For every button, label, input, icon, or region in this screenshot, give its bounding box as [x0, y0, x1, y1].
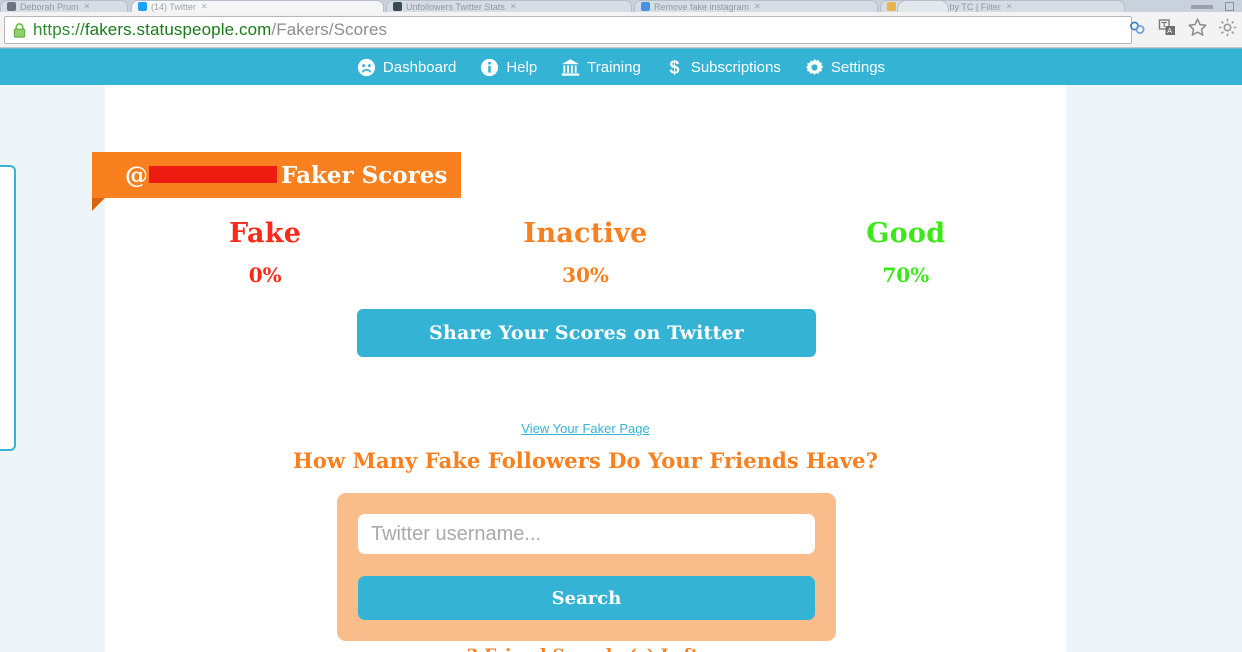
nav-item-label: Help: [506, 58, 538, 76]
friends-section-heading: How Many Fake Followers Do Your Friends …: [292, 448, 878, 473]
ribbon-fold-corner: [92, 198, 105, 211]
translate-icon[interactable]: A: [1157, 17, 1178, 38]
url-path: /Fakers/Scores: [271, 20, 388, 39]
nav-item-help[interactable]: Help: [480, 58, 537, 77]
url-host: fakers.statuspeople.com: [84, 20, 272, 39]
url-text: https://fakers.statuspeople.com/Fakers/S…: [33, 20, 387, 40]
left-side-panel: [0, 165, 16, 451]
bank-building-icon: [561, 58, 580, 77]
site-navigation-bar: Dashboard Help Training $ Subscriptions …: [0, 48, 1242, 85]
svg-text:A: A: [1167, 28, 1172, 35]
share-scores-button[interactable]: Share Your Scores on Twitter: [357, 309, 816, 357]
tab-close-icon[interactable]: ✕: [754, 2, 761, 11]
tab-close-icon[interactable]: ✕: [510, 2, 517, 11]
tab-favicon-icon: [887, 2, 896, 11]
tab-favicon-icon: [138, 2, 147, 11]
score-value: 30%: [562, 263, 609, 287]
nav-item-label: Dashboard: [382, 58, 457, 76]
bookmark-star-icon[interactable]: [1187, 17, 1208, 38]
svg-text:$: $: [669, 58, 679, 77]
lock-icon: [13, 22, 26, 38]
friend-search-panel: Search: [337, 493, 836, 641]
tab-title: Deborah Prum: [20, 1, 79, 12]
page-title-ribbon: @ Faker Scores: [92, 152, 461, 211]
address-bar[interactable]: https://fakers.statuspeople.com/Fakers/S…: [4, 16, 1132, 44]
browser-toolbar: https://fakers.statuspeople.com/Fakers/S…: [0, 12, 1242, 48]
settings-gear-icon[interactable]: [1217, 17, 1238, 38]
tab-title: (14) Twitter: [151, 1, 196, 12]
tab-favicon-icon: [641, 2, 650, 11]
nav-item-dashboard[interactable]: Dashboard: [357, 58, 456, 77]
page-viewport: Dashboard Help Training $ Subscriptions …: [0, 48, 1242, 652]
score-column-good: Good 70%: [746, 217, 1066, 290]
score-column-inactive: Inactive 30%: [425, 217, 745, 290]
score-column-fake: Fake 0%: [105, 217, 425, 290]
nav-item-subscriptions[interactable]: $ Subscriptions: [665, 58, 781, 77]
tab-close-icon[interactable]: ✕: [201, 2, 208, 11]
gear-icon: [805, 58, 824, 77]
page-title: @ Faker Scores: [125, 162, 447, 189]
score-label: Good: [866, 218, 946, 249]
view-faker-page-link[interactable]: View Your Faker Page: [105, 421, 1066, 436]
sad-face-icon: [357, 58, 376, 77]
minimize-button[interactable]: [1191, 4, 1213, 9]
browser-tab[interactable]: Remove fake instagram ✕: [634, 0, 878, 12]
at-symbol: @: [125, 161, 148, 189]
redacted-username-bar: [149, 165, 277, 183]
score-label: Fake: [229, 218, 302, 249]
tab-title: Remove fake instagram: [654, 1, 750, 12]
tab-favicon-icon: [7, 2, 16, 11]
twitter-username-input[interactable]: [358, 514, 815, 554]
nav-item-label: Training: [587, 58, 641, 76]
page-title-suffix: Faker Scores: [281, 161, 448, 189]
content-card: @ Faker Scores Fake 0% Inactive 30% Good…: [92, 85, 1066, 652]
tab-favicon-icon: [393, 2, 402, 11]
window-controls: [1191, 2, 1234, 11]
score-value: 70%: [882, 263, 930, 287]
link-chain-icon[interactable]: [1127, 17, 1148, 38]
friend-search-button[interactable]: Search: [358, 576, 815, 620]
tab-title: Unfollowers Twitter Stats: [406, 1, 505, 12]
tab-close-icon[interactable]: ✕: [84, 2, 91, 11]
browser-tab[interactable]: (14) Twitter ✕: [131, 0, 384, 12]
maximize-button[interactable]: [1225, 2, 1234, 11]
score-value: 0%: [248, 263, 282, 287]
score-summary-row: Fake 0% Inactive 30% Good 70%: [105, 217, 1066, 290]
nav-item-label: Subscriptions: [690, 58, 781, 76]
url-scheme: https://: [33, 20, 85, 39]
toolbar-icon-group: A: [1127, 17, 1238, 38]
tab-close-icon[interactable]: ✕: [1006, 2, 1013, 11]
nav-item-label: Settings: [830, 58, 886, 76]
nav-item-settings[interactable]: Settings: [805, 58, 885, 77]
browser-chrome: Deborah Prum ✕ (14) Twitter ✕ Unfollower…: [0, 0, 1242, 48]
nav-item-training[interactable]: Training: [561, 58, 641, 77]
new-tab-button[interactable]: [897, 0, 949, 12]
browser-tab-strip: Deborah Prum ✕ (14) Twitter ✕ Unfollower…: [0, 0, 1242, 12]
browser-tab[interactable]: Unfollowers Twitter Stats ✕: [386, 0, 632, 12]
info-circle-icon: [480, 58, 499, 77]
ribbon-body: @ Faker Scores: [92, 152, 461, 198]
score-label: Inactive: [523, 218, 648, 249]
browser-tab[interactable]: Deborah Prum ✕: [0, 0, 128, 12]
dollar-sign-icon: $: [665, 58, 684, 77]
searches-remaining-text: 3 Friend Searche(s) Left.: [105, 646, 1066, 652]
